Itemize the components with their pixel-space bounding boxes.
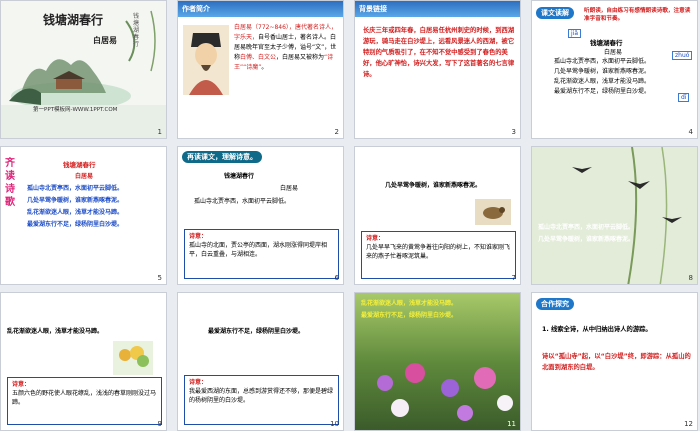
meaning-text: 几处早早飞来的黄莺争着往向阳的树上，不知谁家刚飞来的燕子忙着啄泥筑巢。 [366,244,511,260]
poem-line: 几处早莺争暖树，谁家新燕啄春泥。 [538,236,635,243]
meaning-label: 诗意： [12,381,31,388]
poem-line: 乱花渐欲迷人眼，浅草才能没马蹄。 [27,209,124,216]
slide-number: 5 [157,274,162,282]
bio-part: 著名诗人。 [300,34,331,41]
poem-line: 几处早莺争暖树，谁家新燕啄春泥。 [385,182,482,189]
poem-line: 几处早莺争暖树，谁家新燕啄春泥。 [27,197,124,204]
poem-line: 孤山寺北贾亭西，水面初平云脚低。 [194,198,291,205]
slide-header: 课文读解 [536,7,574,19]
meaning-text: 五颜六色的野花使人眼花缭乱，浅浅的春草刚刚没过马蹄。 [12,390,157,406]
bird-image [475,199,511,225]
meaning-label: 诗意： [189,233,208,240]
bio-part: 白居易（772~846）， [234,24,295,31]
slide-thumbnail-2[interactable]: 作者简介 白居易（772~846），唐代著名诗人， 字乐天，自号香山居士，著名诗人… [177,0,344,139]
slide-author: 白居易 [93,36,117,45]
vertical-title: 钱塘湖春行 [133,13,140,48]
slide-number: 12 [684,420,693,428]
bio-part: 。 [261,64,268,71]
slide-number: 2 [334,128,339,136]
slide-number: 4 [688,128,693,136]
poem-lines: 孤山寺北贾亭西，水面初平云脚低。 几处早莺争暖树，谁家新燕啄春泥。 乱花渐欲迷人… [27,183,123,231]
poem-author: 白居易 [75,173,94,180]
bio-part: 自号香山居士， [258,34,301,41]
slide-number: 8 [688,274,693,282]
poem-title: 钱塘湖春行 [224,173,255,180]
slide-header: 合作探究 [536,298,574,310]
author-bio: 白居易（772~846），唐代著名诗人，字乐天，自号香山居士，著名诗人。白居易晚… [234,23,340,73]
side-label: 齐读诗歌 [5,158,15,208]
flower-image [113,341,153,375]
slide-sorter-grid: 钱塘湖春行 白居易 钱塘湖春行 第一PPT模板网-WWW.1PPT.COM 1 … [0,0,700,431]
poem-title: 钱塘湖春行 [63,161,96,169]
poem-line: 最爱湖东行不足，绿杨阴里白沙堤。 [27,221,124,228]
slide-thumbnail-11[interactable]: 乱花渐欲迷人眼，浅草才能没马蹄。 最爱湖东行不足，绿杨阴里白沙堤。 11 [354,292,521,431]
slide-number: 7 [511,274,516,282]
poem-line: 孤山寺北贾亭西，水面初平云脚低。 [554,58,651,65]
poem-author: 白居易 [604,49,623,56]
meaning-text: 我最爱西湖的东面，总感到游赏得还不够，那便是碧绿的杨树阴里的白沙堤。 [189,388,334,404]
slide-thumbnail-7[interactable]: 几处早莺争暖树，谁家新燕啄春泥。 诗意： 几处早早飞来的黄莺争着往向阳的树上，不… [354,146,521,285]
poem-line: 乱花渐欲迷人眼，浅草才能没马蹄。 [554,78,651,85]
slide-number: 3 [511,128,516,136]
poem-line: 乱花渐欲迷人眼，浅草才能没马蹄。 [361,300,458,307]
slide-thumbnail-3[interactable]: 背景链接 长庆三年或四年春，白居易任杭州刺史的时候，到西湖游玩，骑马走在白沙堤上… [354,0,521,139]
poem-line: 孤山寺北贾亭西，水面初平云脚低。 [27,185,124,192]
pinyin-box: zhuó [672,51,693,60]
pinyin-box: jiǎ [568,29,582,38]
background-text: 长庆三年或四年春，白居易任杭州刺史的时候，到西湖游玩，骑马走在白沙堤上，远看风景… [363,27,515,78]
slide-header: 作者简介 [182,5,210,13]
slide-thumbnail-1[interactable]: 钱塘湖春行 白居易 钱塘湖春行 第一PPT模板网-WWW.1PPT.COM 1 [0,0,167,139]
bio-part: 唐代著名诗人， [294,24,337,31]
slide-footer: 第一PPT模板网-WWW.1PPT.COM [33,107,118,113]
slide-number: 11 [507,420,516,428]
meaning-box: 诗意： 几处早早飞来的黄莺争着往向阳的树上，不知谁家刚飞来的燕子忙着啄泥筑巢。 [361,231,516,279]
portrait-image [183,25,229,95]
slide-number: 1 [157,128,162,136]
poem-line: 乱花渐欲迷人眼，浅草才能没马蹄。 [7,328,104,335]
slide-thumbnail-10[interactable]: 最爱湖东行不足，绿杨阴里白沙堤。 诗意： 我最爱西湖的东面，总感到游赏得还不够，… [177,292,344,431]
meaning-box: 诗意： 孤山寺的北面，贾公亭的西面，湖水刚涨得同堤岸相平，白云重叠，与湖相连。 [184,229,339,279]
slide-thumbnail-4[interactable]: 课文读解 听朗读，自由练习有感情朗读诗歌，注意读准字音和节奏。 jiǎ zhuó… [531,0,698,139]
meaning-box: 诗意： 五颜六色的野花使人眼花缭乱，浅浅的春草刚刚没过马蹄。 [7,377,162,425]
bio-part: 字乐天， [234,34,259,41]
poem-lines: 孤山寺北贾亭西，水面初平云脚低。 几处早莺争暖树，谁家新燕啄春泥。 乱花渐欲迷人… [554,57,650,97]
slide-header: 背景链接 [359,5,387,13]
bio-part: ，白居易又被称为 [276,54,325,61]
slide-number: 9 [157,420,162,428]
slide-number: 6 [334,274,339,282]
bio-part: 白傅、白文公 [240,54,277,61]
question-text: 1. 线索全诗，从中归纳出诗人的游踪。 [542,326,652,333]
slide-thumbnail-5[interactable]: 齐读诗歌 钱塘湖春行 白居易 孤山寺北贾亭西，水面初平云脚低。 几处早莺争暖树，… [0,146,167,285]
slide-thumbnail-9[interactable]: 乱花渐欲迷人眼，浅草才能没马蹄。 诗意： 五颜六色的野花使人眼花缭乱，浅浅的春草… [0,292,167,431]
meaning-label: 诗意： [366,235,385,242]
reading-instruction: 听朗读，自由练习有感情朗读诗歌，注意读准字音和节奏。 [584,8,691,22]
answer-text: 诗以“孤山寺”起，以“白沙堤”终，即游踪：从孤山的北面到湖东的白堤。 [542,353,691,371]
poem-line: 孤山寺北贾亭西，水面初平云脚低。 [538,224,635,231]
slide-number: 10 [330,420,339,428]
poem-line: 最爱湖东行不足，绿杨阴里白沙堤。 [361,312,458,319]
poem-title: 钱塘湖春行 [590,39,623,47]
slide-title: 钱塘湖春行 [43,13,104,27]
slide-header: 再读课文，理解诗意。 [182,151,262,163]
meaning-label: 诗意： [189,379,208,386]
poem-line: 最爱湖东行不足，绿杨阴里白沙堤。 [554,88,651,95]
swallows-image [532,147,697,284]
poem-line: 最爱湖东行不足，绿杨阴里白沙堤。 [208,328,305,335]
slide-thumbnail-12[interactable]: 合作探究 1. 线索全诗，从中归纳出诗人的游踪。 诗以“孤山寺”起，以“白沙堤”… [531,292,698,431]
meaning-text: 孤山寺的北面，贾公亭的西面，湖水刚涨得同堤岸相平，白云重叠，与湖相连。 [189,242,328,258]
slide-thumbnail-8[interactable]: 孤山寺北贾亭西，水面初平云脚低。 几处早莺争暖树，谁家新燕啄春泥。 8 [531,146,698,285]
meaning-box: 诗意： 我最爱西湖的东面，总感到游赏得还不够，那便是碧绿的杨树阴里的白沙堤。 [184,375,339,425]
slide-thumbnail-6[interactable]: 再读课文，理解诗意。 钱塘湖春行 白居易 孤山寺北贾亭西，水面初平云脚低。 诗意… [177,146,344,285]
pinyin-box: dī [678,93,690,102]
poem-line: 几处早莺争暖树，谁家新燕啄春泥。 [554,68,651,75]
poem-author: 白居易 [280,185,299,192]
